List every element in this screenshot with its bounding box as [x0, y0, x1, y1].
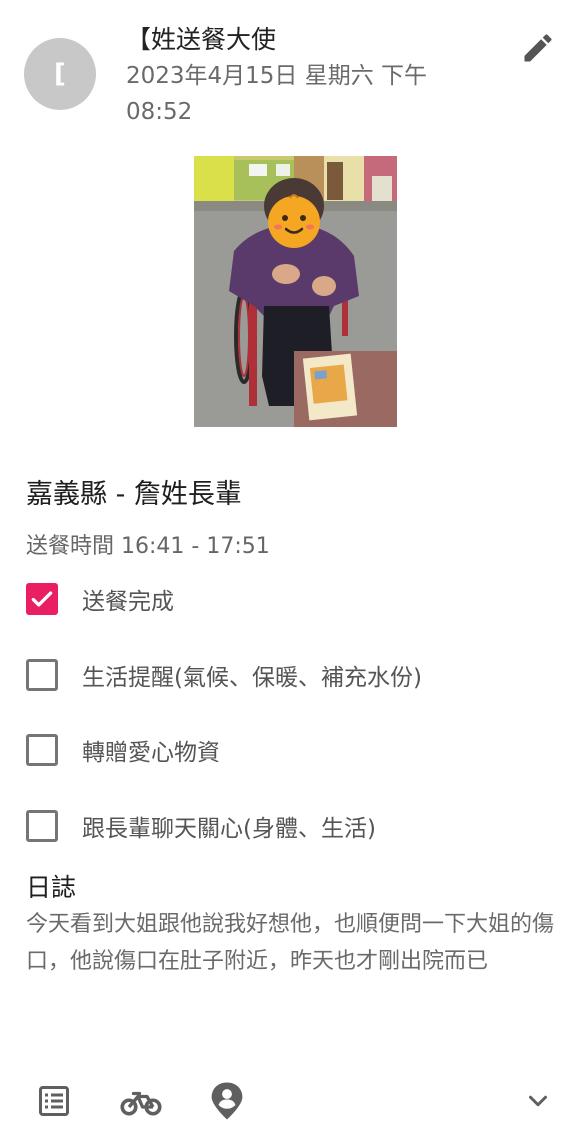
log-body: 今天看到大姐跟他說我好想他，也順便問一下大姐的傷口，他說傷口在肚子附近，昨天也才… — [26, 912, 555, 974]
post-timestamp: 2023年4月15日 星期六 下午 08:52 — [126, 63, 428, 125]
edit-button[interactable] — [518, 28, 558, 68]
chevron-down-icon — [529, 1095, 547, 1107]
profile-button[interactable] — [207, 1080, 247, 1122]
post-photo[interactable] — [194, 156, 397, 427]
bicycle-button[interactable] — [118, 1080, 164, 1122]
checkbox-unchecked[interactable] — [26, 810, 58, 842]
checklist-item-donate-supplies[interactable]: 轉贈愛心物資 — [26, 730, 566, 770]
post-title: 嘉義縣 - 詹姓長輩 — [26, 479, 242, 510]
checklist-label: 生活提醒(氣候、保暖、補充水份) — [82, 665, 422, 691]
checkbox-unchecked[interactable] — [26, 659, 58, 691]
checkbox-checked[interactable] — [26, 583, 58, 615]
list-icon — [39, 1086, 69, 1116]
checklist-item-chat-care[interactable]: 跟長輩聊天關心(身體、生活) — [26, 806, 566, 846]
checklist-label: 轉贈愛心物資 — [82, 740, 220, 766]
checklist-label: 跟長輩聊天關心(身體、生活) — [82, 816, 376, 842]
checklist-item-life-reminder[interactable]: 生活提醒(氣候、保暖、補充水份) — [26, 655, 566, 695]
list-button[interactable] — [34, 1080, 74, 1122]
person-pin-icon — [211, 1082, 243, 1120]
checklist-item-delivery-complete[interactable]: 送餐完成 — [26, 579, 566, 619]
bicycle-icon — [120, 1091, 162, 1116]
avatar-initial: [ — [54, 59, 66, 89]
author-name: 【姓送餐大使 — [126, 25, 277, 54]
expand-button[interactable] — [520, 1080, 556, 1122]
avatar[interactable]: [ — [24, 38, 96, 110]
photo-image — [194, 156, 397, 427]
checkbox-unchecked[interactable] — [26, 734, 58, 766]
pencil-icon — [524, 34, 552, 62]
checklist-label: 送餐完成 — [82, 589, 174, 615]
check-icon — [31, 591, 53, 607]
log-title: 日誌 — [26, 873, 77, 902]
delivery-time-range: 送餐時間 16:41 - 17:51 — [26, 534, 270, 559]
post-detail-page: [ 【姓送餐大使 2023年4月15日 星期六 下午 08:52 嘉義縣 - 詹… — [0, 0, 586, 1142]
